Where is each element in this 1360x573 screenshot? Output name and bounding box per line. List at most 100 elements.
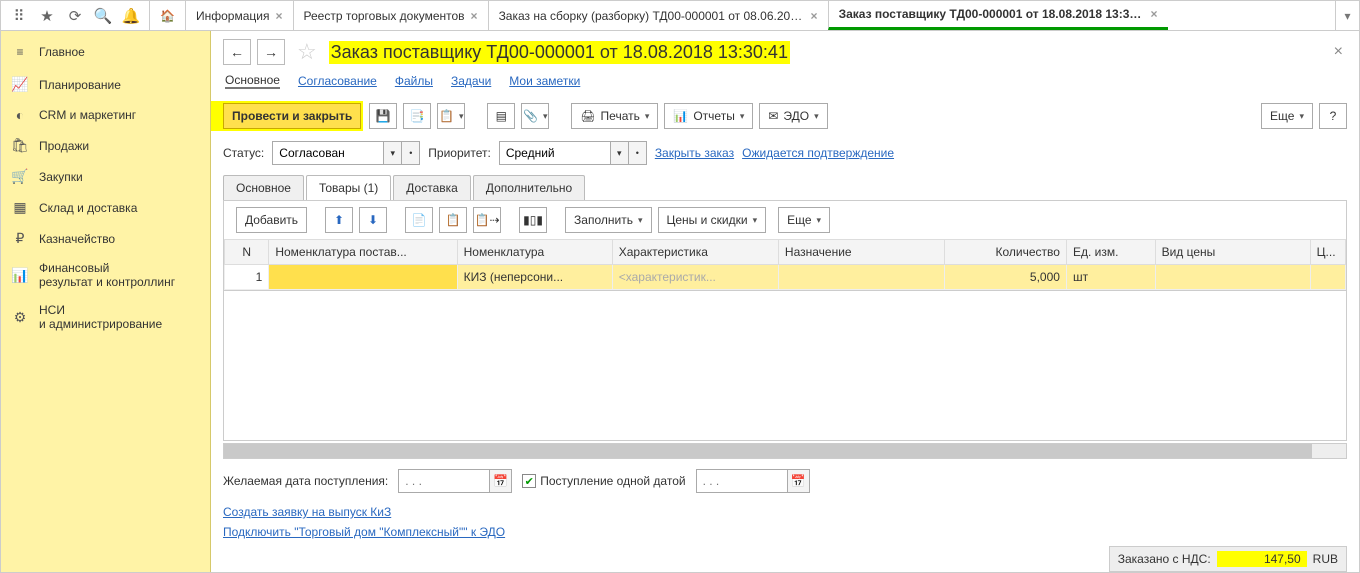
doctab-goods[interactable]: Товары (1)	[306, 175, 391, 200]
search-icon[interactable]: 🔍	[89, 2, 117, 30]
add-button[interactable]: Добавить	[236, 207, 307, 233]
sidebar-item-purchases[interactable]: 🛒Закупки	[1, 161, 210, 192]
sidebar-item-crm[interactable]: ◐CRM и маркетинг	[1, 100, 210, 130]
subtab-tasks[interactable]: Задачи	[451, 74, 491, 88]
cell-n[interactable]: 1	[225, 265, 269, 290]
close-icon[interactable]: ×	[811, 9, 818, 23]
priority-input[interactable]	[500, 142, 610, 164]
barcode-button[interactable]: ▮▯▮	[519, 207, 547, 233]
cell-char[interactable]: <характеристик...	[612, 265, 778, 290]
attachments-button[interactable]: 📎▾	[521, 103, 549, 129]
cell-price-type[interactable]	[1155, 265, 1310, 290]
close-button[interactable]: ×	[1330, 39, 1347, 65]
col-n[interactable]: N	[225, 240, 269, 265]
paste-special-button[interactable]: 📋⇢	[473, 207, 501, 233]
date-field[interactable]	[399, 470, 489, 492]
sidebar-item-finance[interactable]: 📊Финансовый результат и контроллинг	[1, 254, 210, 296]
chevron-down-icon[interactable]: ▾	[610, 142, 628, 164]
bell-icon[interactable]: 🔔	[117, 2, 145, 30]
close-icon[interactable]: ×	[275, 9, 282, 23]
doctab-main[interactable]: Основное	[223, 175, 304, 200]
doctab-extra[interactable]: Дополнительно	[473, 175, 585, 200]
scrollbar-thumb[interactable]	[224, 444, 1312, 458]
cell-price[interactable]	[1310, 265, 1345, 290]
add-tab-button[interactable]: ▾	[1335, 1, 1359, 30]
structure-button[interactable]: ▤	[487, 103, 515, 129]
single-date-input[interactable]: 📅	[696, 469, 810, 493]
more-button[interactable]: Еще▾	[1261, 103, 1313, 129]
tab-registry[interactable]: Реестр торговых документов×	[293, 1, 488, 30]
sidebar-item-planning[interactable]: 📈Планирование	[1, 69, 210, 100]
cell-assign[interactable]	[778, 265, 944, 290]
sidebar-item-sales[interactable]: 🛍Продажи	[1, 130, 210, 161]
close-icon[interactable]: ×	[1151, 7, 1158, 21]
close-order-link[interactable]: Закрыть заказ	[655, 146, 734, 160]
edo-button[interactable]: ✉ ЭДО▾	[759, 103, 827, 129]
col-uom[interactable]: Ед. изм.	[1066, 240, 1155, 265]
menu-toggle-icon[interactable]: ≡	[5, 37, 35, 67]
status-input[interactable]	[273, 142, 383, 164]
col-qty[interactable]: Количество	[945, 240, 1067, 265]
move-up-button[interactable]: ⬆	[325, 207, 353, 233]
prices-button[interactable]: Цены и скидки▾	[658, 207, 767, 233]
col-char[interactable]: Характеристика	[612, 240, 778, 265]
grid-more-button[interactable]: Еще▾	[778, 207, 830, 233]
print-button[interactable]: 🖨 Печать▾	[571, 103, 658, 129]
single-date-checkbox[interactable]: ✔ Поступление одной датой	[522, 474, 685, 488]
status-extra-icon[interactable]: •	[401, 142, 419, 164]
tab-home[interactable]: 🏠	[149, 1, 185, 30]
calendar-icon[interactable]: 📅	[787, 470, 809, 492]
subtab-approval[interactable]: Согласование	[298, 74, 377, 88]
cell-uom[interactable]: шт	[1066, 265, 1155, 290]
wanted-date-input[interactable]: 📅	[398, 469, 512, 493]
paste-button[interactable]: 📋	[439, 207, 467, 233]
cell-nom[interactable]: КИЗ (неперсони...	[457, 265, 612, 290]
help-button[interactable]: ?	[1319, 103, 1347, 129]
create-based-button[interactable]: 📋▾	[437, 103, 465, 129]
sidebar-item-warehouse[interactable]: ▦Склад и доставка	[1, 192, 210, 223]
subtab-notes[interactable]: Мои заметки	[509, 74, 580, 88]
star-icon[interactable]: ☆	[297, 39, 317, 65]
post-close-button[interactable]: Провести и закрыть	[223, 103, 361, 129]
create-kiz-link[interactable]: Создать заявку на выпуск КиЗ	[223, 505, 1347, 519]
cell-supplier-nom[interactable]	[269, 265, 457, 290]
tab-assembly[interactable]: Заказ на сборку (разборку) ТД00-000001 о…	[488, 1, 828, 30]
move-down-button[interactable]: ⬇	[359, 207, 387, 233]
awaiting-link[interactable]: Ожидается подтверждение	[742, 146, 894, 160]
sidebar-item-main[interactable]: Главное	[39, 38, 210, 66]
date-field[interactable]	[697, 470, 787, 492]
connect-edo-link[interactable]: Подключить "Торговый дом "Комплексный"" …	[223, 525, 1347, 539]
tab-order[interactable]: Заказ поставщику ТД00-000001 от 18.08.20…	[828, 1, 1168, 30]
save-button[interactable]: 💾	[369, 103, 397, 129]
col-supplier-nom[interactable]: Номенклатура постав...	[269, 240, 457, 265]
topbar-icons: ⠿ ★ ⟳ 🔍 🔔	[1, 1, 149, 30]
reports-button[interactable]: 📊 Отчеты▾	[664, 103, 753, 129]
status-combo[interactable]: ▾ •	[272, 141, 420, 165]
sidebar-item-admin[interactable]: ⚙НСИ и администрирование	[1, 296, 210, 338]
col-price[interactable]: Ц...	[1310, 240, 1345, 265]
tab-info[interactable]: Информация×	[185, 1, 293, 30]
priority-extra-icon[interactable]: •	[628, 142, 646, 164]
subtab-files[interactable]: Файлы	[395, 74, 433, 88]
back-button[interactable]: ←	[223, 39, 251, 65]
horizontal-scrollbar[interactable]	[223, 443, 1347, 459]
table-row[interactable]: 1 КИЗ (неперсони... <характеристик... 5,…	[225, 265, 1346, 290]
history-icon[interactable]: ⟳	[61, 2, 89, 30]
subtab-main[interactable]: Основное	[225, 73, 280, 89]
close-icon[interactable]: ×	[471, 9, 478, 23]
apps-icon[interactable]: ⠿	[5, 2, 33, 30]
chevron-down-icon[interactable]: ▾	[383, 142, 401, 164]
priority-combo[interactable]: ▾ •	[499, 141, 647, 165]
cell-qty[interactable]: 5,000	[945, 265, 1067, 290]
col-nom[interactable]: Номенклатура	[457, 240, 612, 265]
sidebar-item-treasury[interactable]: ₽Казначейство	[1, 223, 210, 254]
col-price-type[interactable]: Вид цены	[1155, 240, 1310, 265]
copy-button[interactable]: 📄	[405, 207, 433, 233]
forward-button[interactable]: →	[257, 39, 285, 65]
favorite-icon[interactable]: ★	[33, 2, 61, 30]
calendar-icon[interactable]: 📅	[489, 470, 511, 492]
fill-button[interactable]: Заполнить▾	[565, 207, 651, 233]
col-assign[interactable]: Назначение	[778, 240, 944, 265]
post-button[interactable]: 📑	[403, 103, 431, 129]
doctab-delivery[interactable]: Доставка	[393, 175, 471, 200]
